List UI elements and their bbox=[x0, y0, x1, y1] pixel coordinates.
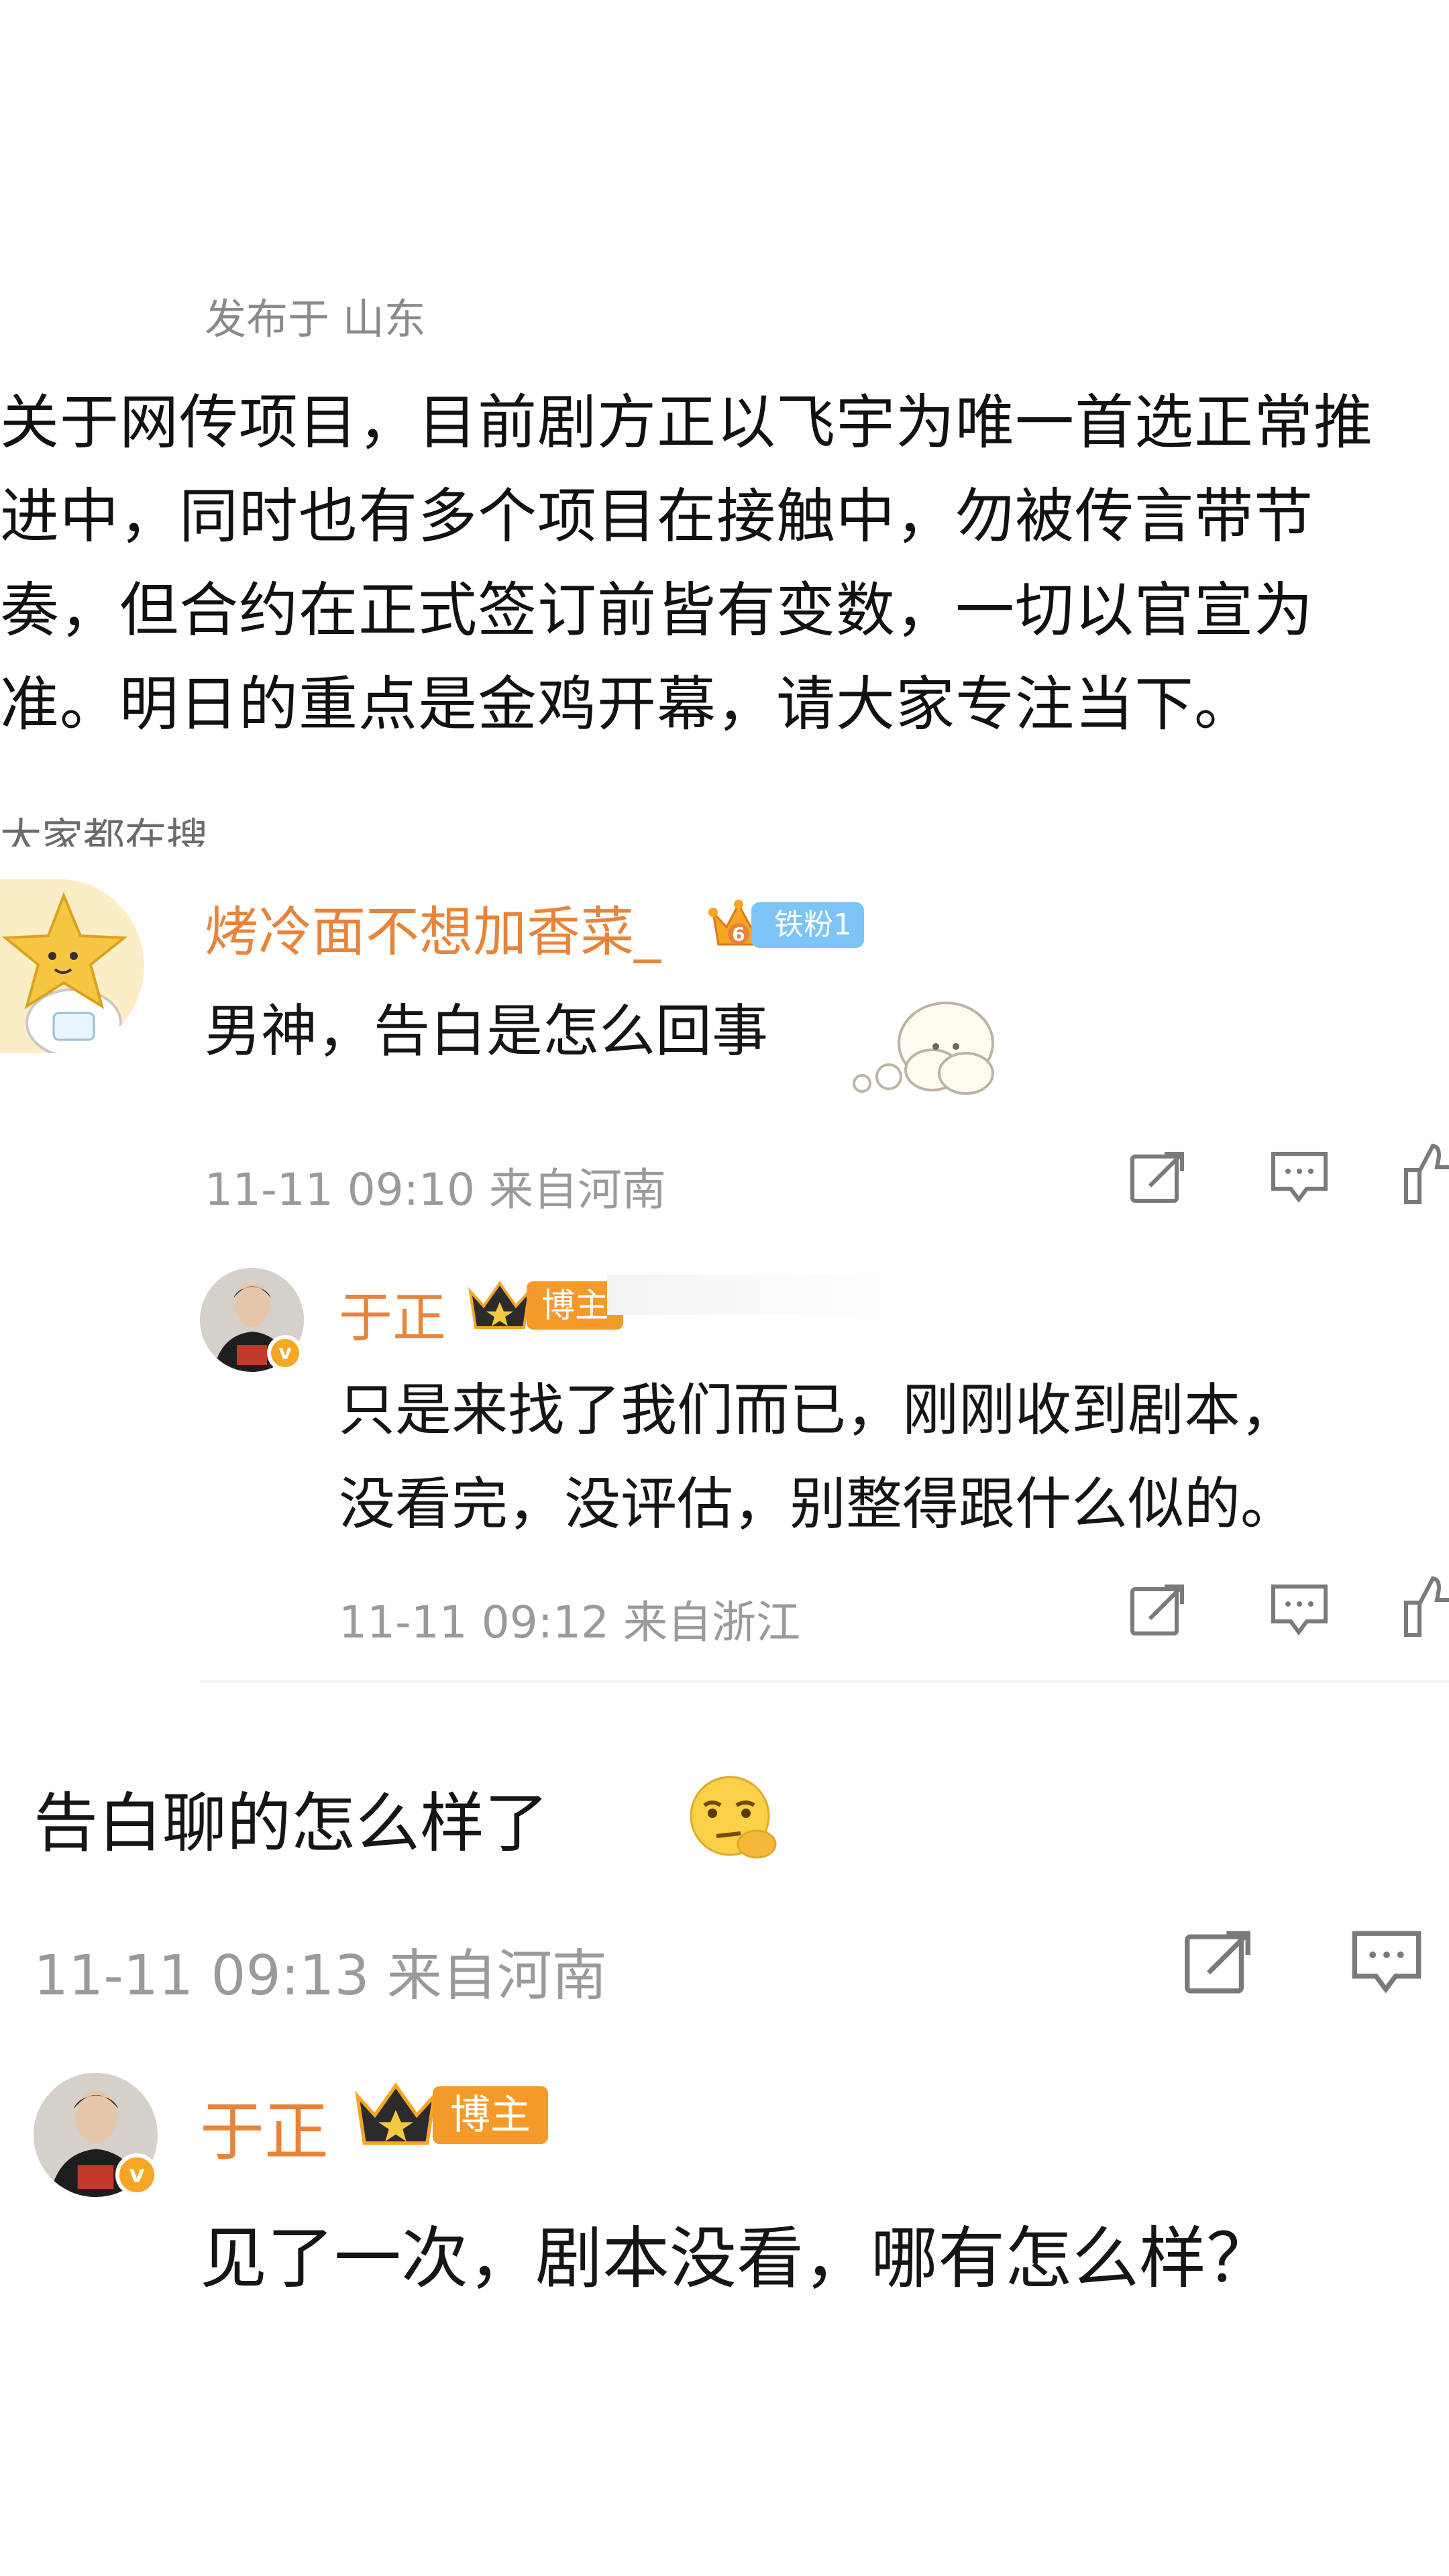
post-body: 关于网传项目，目前剧方正以飞宇为唯一首选正常推 进中，同时也有多个项目在接触中，… bbox=[0, 376, 1449, 751]
comment-icon[interactable] bbox=[1269, 1147, 1330, 1208]
comment-text: 告白聊的怎么样了 bbox=[34, 1786, 549, 1861]
post-line: 奏，但合约在正式签订前皆有变数，一切以官宣为 bbox=[0, 576, 1314, 645]
fan-badge[interactable]: 铁粉1 bbox=[751, 902, 864, 948]
comment-icon[interactable] bbox=[1350, 1925, 1424, 1999]
reply-text: 只是来找了我们而已，刚刚收到剧本， bbox=[339, 1377, 1297, 1443]
verified-badge-icon: v bbox=[267, 1335, 303, 1371]
reply-username[interactable]: 于正 bbox=[200, 2080, 329, 2173]
crown-badge-icon bbox=[354, 2082, 437, 2145]
share-icon[interactable] bbox=[1127, 1580, 1187, 1640]
share-icon[interactable] bbox=[1127, 1147, 1187, 1208]
avatar[interactable] bbox=[0, 879, 144, 1053]
sticker-icon bbox=[853, 1002, 994, 1095]
star-avatar-icon bbox=[1, 892, 128, 1053]
share-icon[interactable] bbox=[1181, 1925, 1254, 1999]
comment-username[interactable]: 烤冷面不想加香菜_ bbox=[205, 889, 661, 967]
verified-badge-icon: v bbox=[115, 2153, 158, 2196]
comment-meta: 11-11 09:13 来自河南 bbox=[34, 1944, 607, 2008]
divider bbox=[200, 1680, 1449, 1682]
host-badge: 博主 bbox=[433, 2086, 548, 2144]
comment-meta: 11-11 09:10 来自河南 bbox=[205, 1164, 666, 1216]
blur-area bbox=[607, 1275, 889, 1315]
reply-meta: 11-11 09:12 来自浙江 bbox=[339, 1597, 800, 1648]
publish-location: 发布于 山东 bbox=[205, 294, 426, 343]
post-line: 准。明日的重点是金鸡开幕，请大家专注当下。 bbox=[0, 669, 1254, 739]
trending-search-label: 大家都在搜 bbox=[0, 814, 209, 847]
reply-username[interactable]: 于正 bbox=[339, 1275, 446, 1352]
post-line: 进中，同时也有多个项目在接触中，勿被传言带节 bbox=[0, 482, 1314, 551]
reply-text: 没看完，没评估，别整得跟什么似的。 bbox=[339, 1471, 1297, 1537]
comment-text: 男神，告白是怎么回事 bbox=[205, 998, 769, 1064]
crown-badge-icon bbox=[468, 1281, 531, 1329]
reply-text: 见了一次，剧本没看，哪有怎么样？ bbox=[200, 2219, 1273, 2298]
comment-icon[interactable] bbox=[1269, 1580, 1330, 1640]
like-icon[interactable] bbox=[1402, 1140, 1449, 1208]
fan-level: 6 bbox=[732, 923, 745, 945]
like-icon[interactable] bbox=[1402, 1573, 1449, 1640]
thinking-emoji-icon bbox=[690, 1776, 777, 1859]
post-line: 关于网传项目，目前剧方正以飞宇为唯一首选正常推 bbox=[0, 388, 1374, 457]
